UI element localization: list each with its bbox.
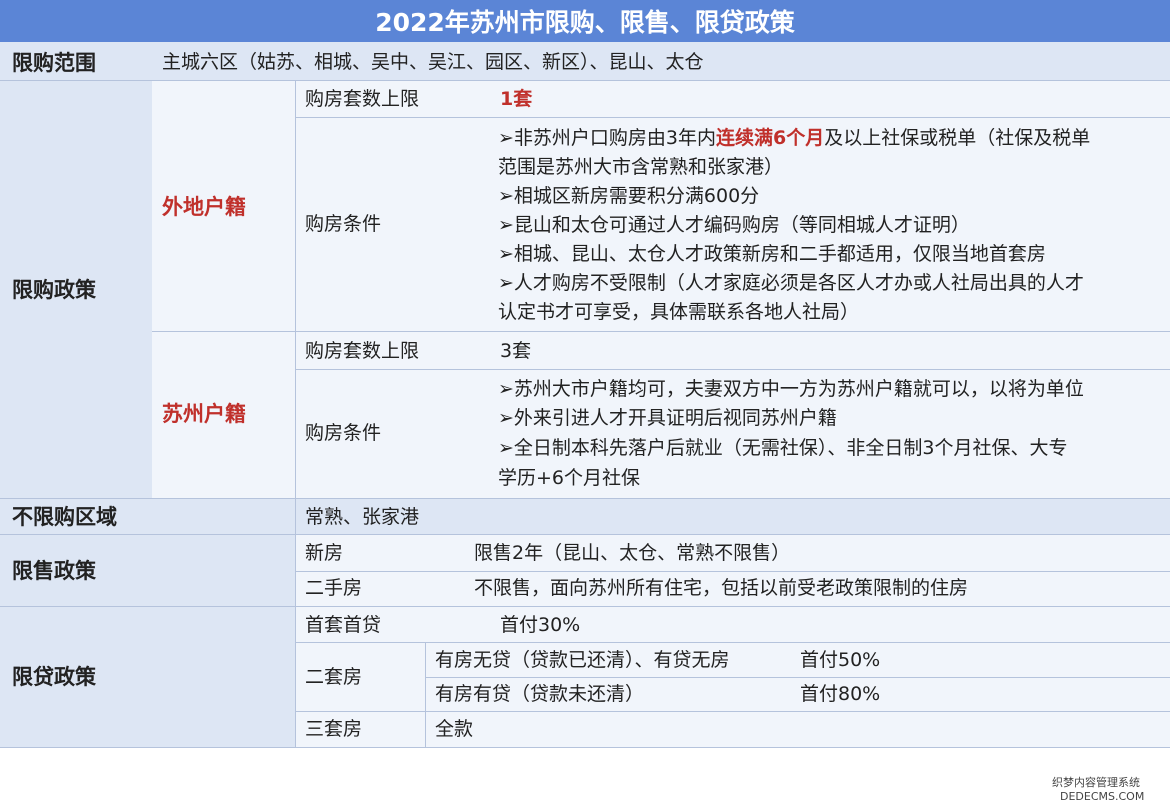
sale-new-label: 新房: [305, 542, 344, 564]
scope-value: 主城六区（姑苏、相城、吴中、吴江、园区、新区）、昆山、太仓: [162, 51, 704, 73]
loan-policy-label: 限贷政策: [12, 665, 96, 689]
loan-second-label: 二套房: [305, 666, 363, 688]
divider: [152, 331, 1170, 332]
condition-line: 范围是苏州大市含常熟和张家港）: [498, 156, 784, 178]
condition-line: ➢外来引进人才开具证明后视同苏州户籍: [498, 407, 837, 429]
condition-line: ➢非苏州户口购房由3年内连续满6个月及以上社保或税单（社保及税单: [498, 126, 1090, 150]
divider: [295, 117, 1170, 118]
divider: [0, 80, 1170, 81]
divider: [295, 711, 1170, 712]
condition-line: 学历+6个月社保: [498, 467, 641, 489]
scope-label: 限购范围: [12, 51, 96, 75]
local-limit-label: 购房套数上限: [305, 340, 420, 362]
condition-line: ➢昆山和太仓可通过人才编码购房（等同相城人才证明）: [498, 214, 970, 236]
unrestricted-value: 常熟、张家港: [305, 506, 420, 528]
condition-line: ➢相城区新房需要积分满600分: [498, 185, 760, 207]
loan-first-label: 首套首贷: [305, 614, 382, 636]
purchase-policy-label: 限购政策: [12, 278, 96, 302]
condition-text: ➢非苏州户口购房由3年内: [498, 127, 717, 149]
local-label: 苏州户籍: [162, 402, 246, 426]
divider: [425, 677, 1170, 678]
unrestricted-row-bg: [0, 498, 1170, 534]
sale-second-label: 二手房: [305, 577, 363, 599]
divider: [0, 498, 1170, 499]
loan-second-b-value: 首付80%: [800, 683, 881, 705]
loan-second-a-value: 首付50%: [800, 649, 881, 671]
divider: [295, 642, 1170, 643]
loan-first-value: 首付30%: [500, 614, 581, 636]
non-local-limit-label: 购房套数上限: [305, 88, 420, 110]
page-title: 2022年苏州市限购、限售、限贷政策: [0, 0, 1170, 42]
loan-third-label: 三套房: [305, 718, 363, 740]
sale-second-value: 不限售，面向苏州所有住宅，包括以前受老政策限制的住房: [474, 577, 969, 599]
sale-new-value: 限售2年（昆山、太仓、常熟不限售）: [474, 542, 791, 564]
non-local-limit-value: 1套: [500, 88, 533, 110]
divider: [295, 571, 1170, 572]
condition-text: 及以上社保或税单（社保及税单: [824, 127, 1091, 149]
loan-second-b-cond: 有房有贷（贷款未还清）: [435, 683, 645, 705]
divider: [0, 747, 1170, 748]
condition-line: ➢苏州大市户籍均可，夫妻双方中一方为苏州户籍就可以，以将为单位: [498, 378, 1084, 400]
divider: [295, 80, 296, 747]
non-local-label: 外地户籍: [162, 195, 246, 219]
sale-policy-label: 限售政策: [12, 559, 96, 583]
divider: [0, 606, 1170, 607]
local-cond-label: 购房条件: [305, 422, 382, 444]
condition-line: ➢人才购房不受限制（人才家庭必须是各区人才办或人社局出具的人才: [498, 272, 1084, 294]
condition-line: ➢相城、昆山、太仓人才政策新房和二手都适用，仅限当地首套房: [498, 243, 1046, 265]
divider: [295, 369, 1170, 370]
watermark-line2: DEDECMS.COM: [1060, 790, 1145, 803]
condition-line: 认定书才可享受，具体需联系各地人社局）: [498, 301, 860, 323]
divider: [0, 534, 1170, 535]
loan-second-a-cond: 有房无贷（贷款已还清）、有贷无房: [435, 649, 730, 671]
local-limit-value: 3套: [500, 340, 532, 362]
divider: [425, 642, 426, 747]
condition-highlight: 连续满6个月: [716, 127, 825, 149]
non-local-cond-label: 购房条件: [305, 213, 382, 235]
condition-line: ➢全日制本科先落户后就业（无需社保）、非全日制3个月社保、大专: [498, 437, 1068, 459]
watermark-line1: 织梦内容管理系统: [1052, 776, 1140, 789]
unrestricted-label: 不限购区域: [12, 505, 117, 529]
loan-third-value: 全款: [435, 718, 474, 740]
